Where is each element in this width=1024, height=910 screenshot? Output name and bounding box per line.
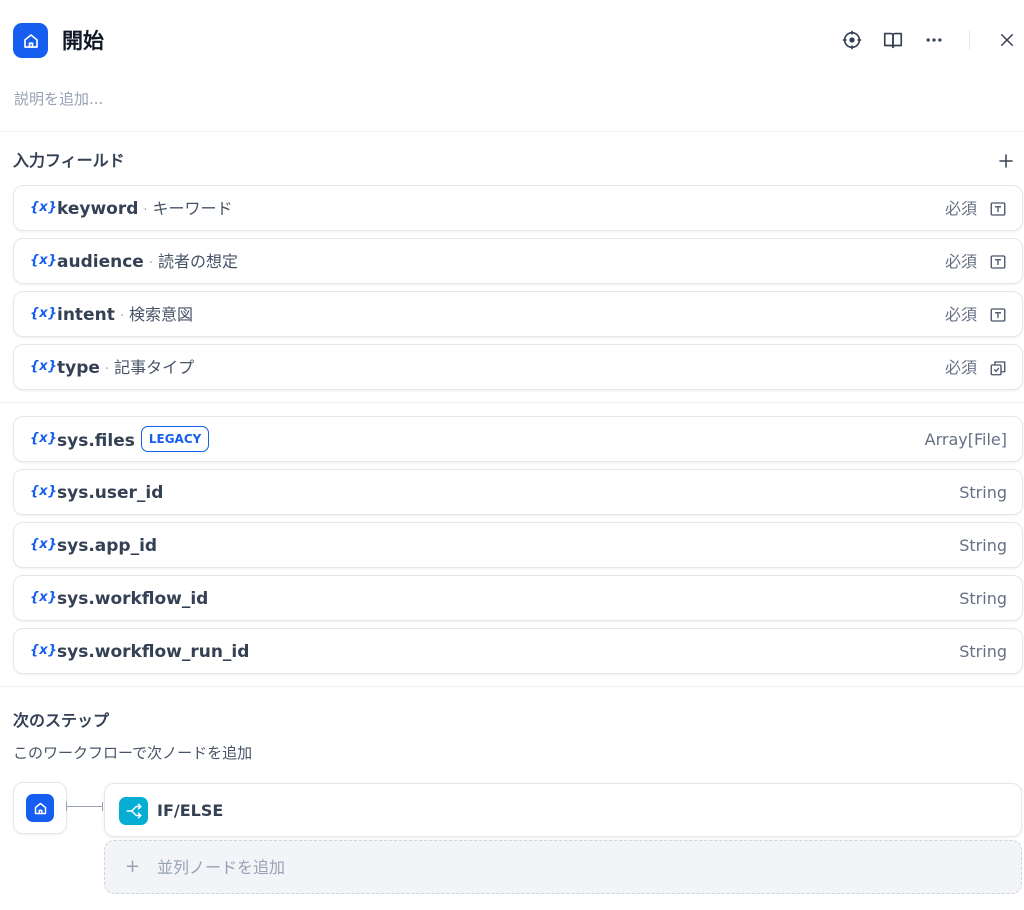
system-variable-row[interactable]: {x} sys.user_id String	[13, 469, 1023, 515]
field-name: audience	[57, 252, 144, 272]
input-fields-title: 入力フィールド	[13, 151, 125, 170]
required-badge: 必須	[944, 199, 977, 218]
legacy-badge: LEGACY	[140, 426, 210, 452]
divider	[0, 686, 1024, 687]
variable-icon: {x}	[30, 431, 57, 446]
next-step-title: 次のステップ	[13, 711, 110, 730]
variable-icon: {x}	[30, 537, 57, 552]
system-variable-row[interactable]: {x} sys.workflow_id String	[13, 575, 1023, 621]
next-node-ifelse[interactable]: IF/ELSE	[104, 783, 1022, 837]
text-input-icon	[989, 306, 1007, 324]
system-variable-row[interactable]: {x} sys.workflow_run_id String	[13, 628, 1023, 674]
variable-icon: {x}	[30, 643, 57, 658]
home-icon	[13, 23, 48, 58]
variable-name: sys.app_id	[57, 536, 158, 556]
start-node-mini	[13, 782, 67, 834]
add-parallel-node-button[interactable]: + 並列ノードを追加	[104, 840, 1022, 894]
description-input[interactable]: 説明を追加...	[14, 88, 103, 110]
field-name: intent	[57, 305, 115, 325]
book-icon[interactable]	[881, 28, 905, 52]
variable-type: String	[959, 536, 1007, 555]
add-parallel-label: 並列ノードを追加	[157, 858, 286, 877]
variable-icon: {x}	[30, 306, 57, 321]
connector-cap	[102, 802, 103, 811]
variable-icon: {x}	[30, 359, 57, 374]
home-icon	[26, 794, 54, 822]
required-badge: 必須	[944, 358, 977, 377]
connector-line	[67, 806, 103, 807]
system-variable-row[interactable]: {x} sys.app_id String	[13, 522, 1023, 568]
select-icon	[989, 359, 1007, 377]
more-icon[interactable]	[922, 28, 946, 52]
field-label: 記事タイプ	[114, 358, 195, 377]
variable-type: String	[959, 483, 1007, 502]
required-badge: 必須	[944, 305, 977, 324]
variable-name: sys.user_id	[57, 483, 164, 503]
text-input-icon	[989, 200, 1007, 218]
divider	[0, 402, 1024, 403]
locate-icon[interactable]	[840, 28, 864, 52]
input-field-row[interactable]: {x} keyword · キーワード 必須	[13, 185, 1023, 231]
divider	[0, 131, 1024, 132]
plus-icon: +	[125, 856, 141, 877]
field-label: キーワード	[152, 199, 233, 218]
variable-icon: {x}	[30, 484, 57, 499]
variable-name: sys.files	[57, 431, 135, 451]
variable-type: Array[File]	[924, 430, 1007, 449]
field-name: keyword	[57, 199, 139, 219]
next-step-subtitle: このワークフローで次ノードを追加	[13, 744, 253, 762]
variable-icon: {x}	[30, 253, 57, 268]
header-divider	[969, 30, 970, 50]
add-field-button[interactable]	[994, 149, 1018, 173]
panel-header: 開始	[0, 0, 1024, 82]
close-icon[interactable]	[995, 28, 1019, 52]
text-input-icon	[989, 253, 1007, 271]
field-label: 読者の想定	[157, 252, 238, 271]
node-title[interactable]: 開始	[62, 26, 104, 56]
input-field-row[interactable]: {x} audience · 読者の想定 必須	[13, 238, 1023, 284]
required-badge: 必須	[944, 252, 977, 271]
variable-icon: {x}	[30, 200, 57, 215]
variable-type: String	[959, 589, 1007, 608]
variable-name: sys.workflow_run_id	[57, 642, 250, 662]
next-node-label: IF/ELSE	[157, 801, 224, 820]
input-field-row[interactable]: {x} type · 記事タイプ 必須	[13, 344, 1023, 390]
input-field-row[interactable]: {x} intent · 検索意図 必須	[13, 291, 1023, 337]
variable-type: String	[959, 642, 1007, 661]
field-label: 検索意図	[128, 305, 193, 324]
field-name: type	[57, 358, 100, 378]
variable-icon: {x}	[30, 590, 57, 605]
system-variable-row[interactable]: {x} sys.files LEGACY Array[File]	[13, 416, 1023, 462]
branch-icon	[119, 797, 148, 825]
variable-name: sys.workflow_id	[57, 589, 209, 609]
